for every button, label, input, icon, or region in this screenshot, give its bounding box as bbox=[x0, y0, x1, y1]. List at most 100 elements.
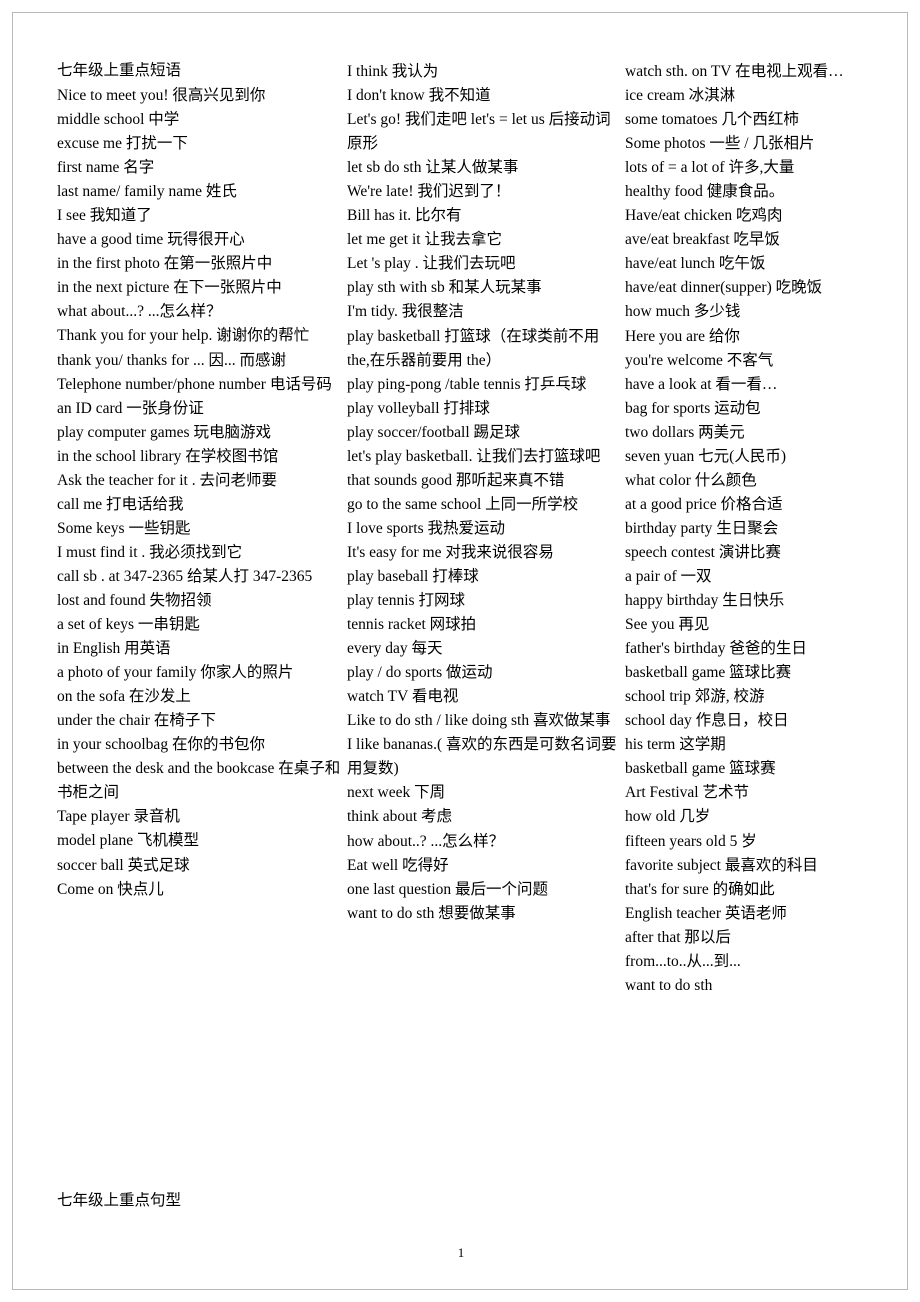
phrase-entry: play tennis 打网球 bbox=[347, 592, 465, 610]
phrase-entry: fifteen years old 5 岁 bbox=[625, 832, 757, 850]
phrase-entry: bag for sports 运动包 bbox=[625, 399, 761, 417]
phrase-entry: See you 再见 bbox=[625, 616, 710, 634]
phrase-entry: It's easy for me 对我来说很容易 bbox=[347, 543, 554, 561]
phrase-entry: want to do sth bbox=[625, 976, 713, 994]
phrase-entry: Ask the teacher for it . 去问老师要 bbox=[57, 471, 277, 489]
phrase-entry: that's for sure 的确如此 bbox=[625, 880, 775, 898]
phrase-column-2: I think 我认为 I don't know 我不知道 Let's go! 我们… bbox=[347, 60, 625, 926]
phrase-entry: Here you are 给你 bbox=[625, 327, 740, 345]
phrase-entry: speech contest 演讲比赛 bbox=[625, 543, 781, 561]
phrase-column-1: Nice to meet you! 很高兴见到你 middle school 中学… bbox=[57, 84, 347, 902]
phrase-entry: go to the same school 上同一所学校 bbox=[347, 495, 579, 513]
phrase-entry: ice cream 冰淇淋 bbox=[625, 87, 736, 105]
phrase-entry: We're late! 我们迟到了！ bbox=[347, 183, 511, 201]
phrase-entry: how about..? ...怎么样？ bbox=[347, 832, 505, 850]
phrase-entry: on the sofa 在沙发上 bbox=[57, 688, 191, 706]
phrase-entry: let me get it 让我去拿它 bbox=[347, 231, 502, 249]
document-content: 七年级上重点短语 Nice to meet you! 很高兴见到你 middle … bbox=[57, 59, 917, 998]
phrase-entry: happy birthday 生日快乐 bbox=[625, 592, 785, 610]
phrase-entry: play basketball 打篮球（在球类前不用 the,在乐器前要用 th… bbox=[347, 327, 600, 369]
phrase-entry: birthday party 生日聚会 bbox=[625, 519, 779, 537]
phrase-entry: under the chair 在椅子下 bbox=[57, 712, 216, 730]
phrase-entry: have a look at 看一看… bbox=[625, 375, 778, 393]
phrase-entry: school day 作息日，校日 bbox=[625, 712, 789, 730]
phrase-entry: father's birthday 爸爸的生日 bbox=[625, 640, 807, 658]
phrase-entry: model plane 飞机模型 bbox=[57, 832, 200, 850]
phrase-entry: basketball game 篮球比赛 bbox=[625, 664, 792, 682]
phrase-entry: I love sports 我热爱运动 bbox=[347, 519, 506, 537]
phrase-entry: call sb . at 347-2365 给某人打 347-2365 bbox=[57, 567, 313, 585]
phrase-entry: last name/ family name 姓氏 bbox=[57, 183, 237, 201]
phrase-entry: seven yuan 七元(人民币) bbox=[625, 447, 786, 465]
phrase-entry: I'm tidy. 我很整洁 bbox=[347, 303, 464, 321]
phrase-entry: between the desk and the bookcase 在桌子和书柜… bbox=[57, 760, 341, 802]
phrase-entry: Bill has it. 比尔有 bbox=[347, 207, 462, 225]
phrase-entry: English teacher 英语老师 bbox=[625, 904, 787, 922]
phrase-entry: Eat well 吃得好 bbox=[347, 856, 449, 874]
phrase-entry: in the first photo 在第一张照片中 bbox=[57, 255, 273, 273]
phrase-entry: play / do sports 做运动 bbox=[347, 664, 493, 682]
phrase-entry: tennis racket 网球拍 bbox=[347, 616, 477, 634]
section-title-sentence-patterns: 七年级上重点句型 bbox=[57, 1192, 182, 1209]
phrase-entry: in your schoolbag 在你的书包你 bbox=[57, 736, 265, 754]
phrase-entry: I see 我知道了 bbox=[57, 207, 152, 225]
phrase-entry: every day 每天 bbox=[347, 640, 443, 658]
phrase-entry: that sounds good 那听起来真不错 bbox=[347, 471, 565, 489]
phrase-entry: want to do sth 想要做某事 bbox=[347, 904, 516, 922]
phrase-entry: in the school library 在学校图书馆 bbox=[57, 447, 279, 465]
phrase-entry: Telephone number/phone number 电话号码 bbox=[57, 375, 332, 393]
phrase-entry: what about...? ...怎么样？ bbox=[57, 303, 222, 321]
phrase-entry: middle school 中学 bbox=[57, 111, 180, 129]
phrase-entry: let's play basketball. 让我们去打篮球吧 bbox=[347, 447, 601, 465]
phrase-entry: an ID card 一张身份证 bbox=[57, 399, 204, 417]
phrase-entry: I don't know 我不知道 bbox=[347, 87, 491, 105]
phrase-entry: his term 这学期 bbox=[625, 736, 726, 754]
phrase-entry: lost and found 失物招领 bbox=[57, 591, 212, 609]
phrase-entry: I must find it . 我必须找到它 bbox=[57, 543, 243, 561]
phrase-entry: have a good time 玩得很开心 bbox=[57, 231, 245, 249]
phrase-entry: how old 几岁 bbox=[625, 808, 711, 826]
phrase-entry: excuse me 打扰一下 bbox=[57, 135, 188, 153]
phrase-entry: one last question 最后一个问题 bbox=[347, 880, 549, 898]
phrase-entry: a pair of 一双 bbox=[625, 567, 712, 585]
phrase-entry: from...to..从...到... bbox=[625, 952, 741, 970]
phrase-entry: ave/eat breakfast 吃早饭 bbox=[625, 231, 780, 249]
phrase-entry: how much 多少钱 bbox=[625, 303, 741, 321]
phrase-entry: a photo of your family 你家人的照片 bbox=[57, 664, 294, 682]
phrase-entry: school trip 郊游, 校游 bbox=[625, 688, 765, 706]
phrase-entry: watch sth. on TV 在电视上观看… bbox=[625, 63, 844, 80]
phrase-entry: think about 考虑 bbox=[347, 808, 453, 826]
phrase-entry: Art Festival 艺术节 bbox=[625, 784, 749, 802]
phrase-entry: thank you/ thanks for ... 因... 而感谢 bbox=[57, 351, 287, 369]
phrase-entry: I think 我认为 bbox=[347, 63, 439, 80]
phrase-entry: Come on 快点儿 bbox=[57, 880, 164, 898]
phrase-entry: healthy food 健康食品。 bbox=[625, 183, 785, 201]
phrase-entry: basketball game 篮球赛 bbox=[625, 760, 776, 778]
phrase-entry: some tomatoes 几个西红柿 bbox=[625, 111, 799, 129]
phrase-entry: a set of keys 一串钥匙 bbox=[57, 616, 200, 634]
phrase-entry: play baseball 打棒球 bbox=[347, 567, 479, 585]
phrase-entry: let sb do sth 让某人做某事 bbox=[347, 159, 519, 177]
phrase-entry: next week 下周 bbox=[347, 784, 446, 802]
phrase-entry: Let 's play . 让我们去玩吧 bbox=[347, 255, 516, 273]
phrase-entry: Thank you for your help. 谢谢你的帮忙 bbox=[57, 327, 310, 345]
phrase-entry: Let's go! 我们走吧 let's = let us 后接动词原形 bbox=[347, 111, 611, 153]
phrase-entry: favorite subject 最喜欢的科目 bbox=[625, 856, 818, 874]
phrase-entry: two dollars 两美元 bbox=[625, 423, 745, 441]
phrase-entry: Some photos 一些 / 几张相片 bbox=[625, 135, 815, 153]
phrase-entry: Tape player 录音机 bbox=[57, 808, 180, 826]
phrase-entry: at a good price 价格合适 bbox=[625, 495, 783, 513]
phrase-entry: play volleyball 打排球 bbox=[347, 399, 490, 417]
phrase-entry: watch TV 看电视 bbox=[347, 688, 459, 706]
phrase-entry: have/eat lunch 吃午饭 bbox=[625, 255, 766, 273]
phrase-entry: play soccer/football 踢足球 bbox=[347, 423, 521, 441]
phrase-entry: soccer ball 英式足球 bbox=[57, 856, 190, 874]
phrase-entry: Some keys 一些钥匙 bbox=[57, 519, 191, 537]
phrase-entry: Like to do sth / like doing sth 喜欢做某事 bbox=[347, 712, 611, 730]
phrase-entry: Have/eat chicken 吃鸡肉 bbox=[625, 207, 783, 225]
page-number: 1 bbox=[457, 1245, 465, 1260]
phrase-columns: Nice to meet you! 很高兴见到你 middle school 中学… bbox=[57, 63, 909, 998]
phrase-entry: lots of = a lot of 许多,大量 bbox=[625, 159, 795, 177]
phrase-entry: have/eat dinner(supper) 吃晚饭 bbox=[625, 279, 823, 297]
phrase-entry: I like bananas.( 喜欢的东西是可数名词要用复数) bbox=[347, 736, 617, 778]
